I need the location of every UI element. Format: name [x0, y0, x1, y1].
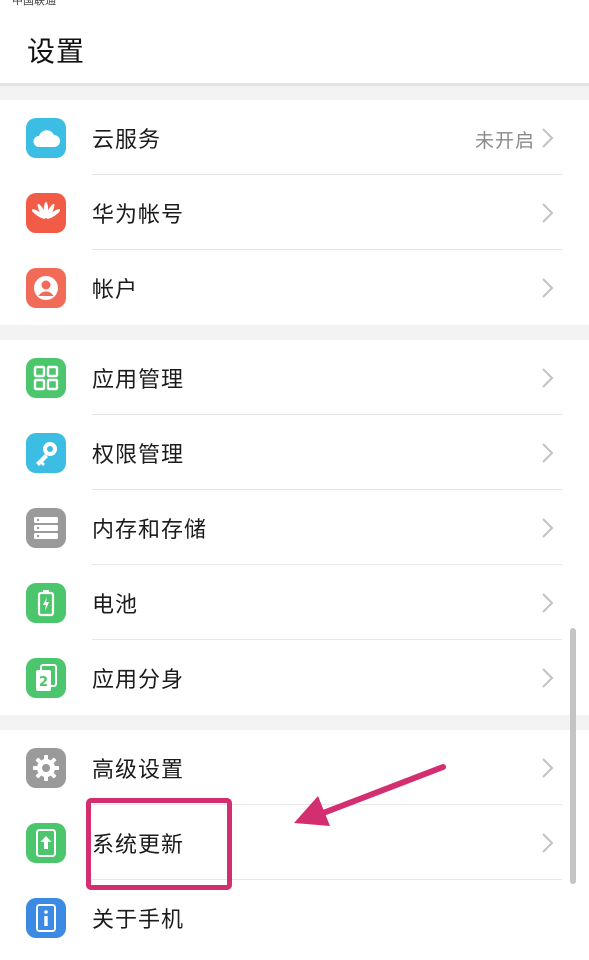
cloud-icon [26, 118, 66, 158]
settings-item-label: 内存和存储 [92, 518, 208, 543]
chevron-right-icon [542, 128, 554, 148]
settings-group-system: 高级设置 系统更新 关于手机 [0, 730, 589, 955]
chevron-right-icon [542, 833, 554, 853]
chevron-right-icon [542, 203, 554, 223]
settings-item-advanced-settings[interactable]: 高级设置 [0, 730, 589, 805]
settings-item-huawei-account[interactable]: 华为帐号 [0, 175, 589, 250]
chevron-right-icon [542, 278, 554, 298]
settings-item-battery[interactable]: 电池 [0, 565, 589, 640]
settings-item-memory-storage[interactable]: 内存和存储 [0, 490, 589, 565]
settings-item-label: 应用分身 [92, 668, 185, 693]
settings-item-label: 帐户 [92, 278, 139, 303]
settings-item-label: 应用管理 [92, 368, 185, 393]
settings-item-accounts[interactable]: 帐户 [0, 250, 589, 325]
scrollbar[interactable] [570, 628, 576, 884]
settings-item-label: 高级设置 [92, 758, 185, 783]
settings-item-app-twin[interactable]: 2 应用分身 [0, 640, 589, 715]
chevron-right-icon [542, 758, 554, 778]
carrier-name: 中国联通 [12, 0, 56, 7]
chevron-right-icon [542, 443, 554, 463]
account-icon [26, 268, 66, 308]
section-gap [0, 86, 589, 100]
section-gap [0, 325, 589, 340]
app-twin-icon: 2 [26, 658, 66, 698]
settings-item-label: 云服务 [92, 128, 162, 153]
settings-item-cloud-service[interactable]: 云服务 未开启 [0, 100, 589, 175]
chevron-right-icon [542, 593, 554, 613]
settings-item-value: 未开启 [474, 130, 535, 152]
page-title: 设置 [27, 35, 86, 68]
settings-item-label: 权限管理 [92, 443, 185, 468]
status-bar: 中国联通 [0, 0, 589, 8]
storage-icon [26, 508, 66, 548]
settings-item-label: 关于手机 [92, 908, 185, 933]
section-gap [0, 715, 589, 730]
settings-group-apps: 应用管理 权限管理 内存和存储 电池 2 应用分身 [0, 340, 589, 715]
battery-icon [26, 583, 66, 623]
settings-item-app-management[interactable]: 应用管理 [0, 340, 589, 415]
info-icon [26, 898, 66, 938]
gear-icon [26, 748, 66, 788]
huawei-logo-icon [26, 193, 66, 233]
svg-text:2: 2 [39, 675, 48, 690]
app-grid-icon [26, 358, 66, 398]
settings-group-accounts: 云服务 未开启 华为帐号 帐户 [0, 100, 589, 325]
chevron-right-icon [542, 518, 554, 538]
settings-item-label: 华为帐号 [92, 203, 185, 228]
chevron-right-icon [542, 368, 554, 388]
chevron-right-icon [542, 668, 554, 688]
settings-item-label: 系统更新 [92, 833, 185, 858]
key-icon [26, 433, 66, 473]
system-update-icon [26, 823, 66, 863]
settings-item-permission-management[interactable]: 权限管理 [0, 415, 589, 490]
settings-item-about-phone[interactable]: 关于手机 [0, 880, 589, 955]
settings-item-system-update[interactable]: 系统更新 [0, 805, 589, 880]
settings-item-label: 电池 [92, 593, 139, 618]
